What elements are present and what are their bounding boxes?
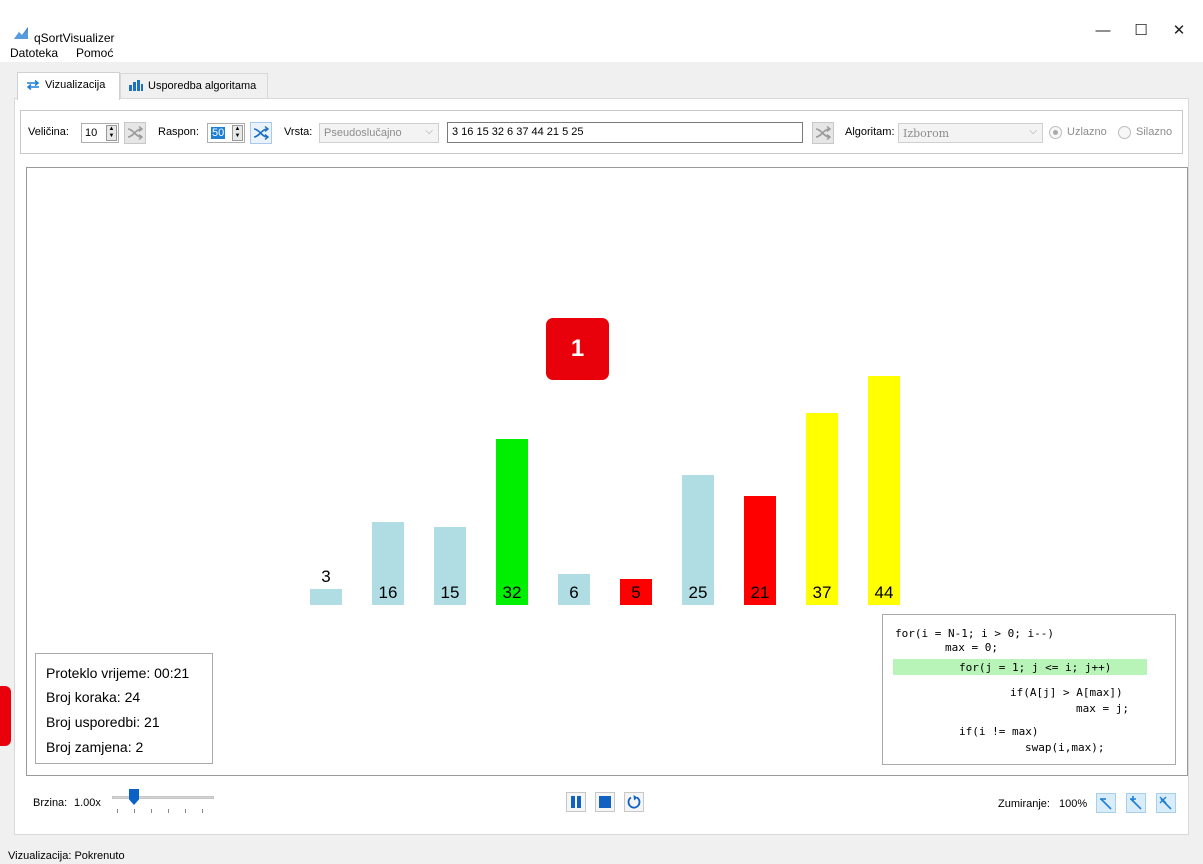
tab-comparison-label: Usporedba algoritama <box>148 80 257 92</box>
slider-tick <box>185 809 186 813</box>
size-value: 10 <box>85 127 98 139</box>
type-label: Vrsta: <box>284 126 313 138</box>
shuffle-icon <box>816 126 831 140</box>
pause-icon <box>571 796 581 808</box>
slider-tick <box>117 809 118 813</box>
stats-panel: Proteklo vrijeme: 00:21 Broj koraka: 24 … <box>35 653 213 764</box>
array-bar-value: 21 <box>750 583 770 602</box>
speed-label: Brzina: <box>33 797 68 809</box>
annotation-marker-partial <box>0 686 11 746</box>
slider-tick <box>134 809 135 813</box>
elapsed-time: Proteklo vrijeme: 00:21 <box>46 665 190 681</box>
code-line: for(i = N-1; i > 0; i--) <box>895 627 1054 640</box>
size-spinbox[interactable]: 10 ▲ ▼ <box>81 123 119 143</box>
zoom-out-button[interactable] <box>1096 793 1116 813</box>
annotation-marker: 1 <box>546 318 609 380</box>
array-bar <box>806 413 838 605</box>
menu-help[interactable]: Pomoć <box>76 46 113 60</box>
array-bar-value: 25 <box>688 583 708 602</box>
spin-arrows-icon[interactable]: ▲ ▼ <box>106 125 117 141</box>
array-bar-value: 44 <box>874 583 894 602</box>
array-bar <box>868 376 900 605</box>
restart-icon <box>627 795 641 809</box>
code-line: max = 0; <box>945 641 998 654</box>
size-label: Veličina: <box>28 126 69 138</box>
code-line: swap(i,max); <box>1025 741 1105 754</box>
range-label: Raspon: <box>158 126 199 138</box>
code-line: max = j; <box>1076 702 1129 715</box>
range-spinbox[interactable]: 50 ▲ ▼ <box>207 123 245 143</box>
type-value: Pseudoslučajno <box>324 127 402 139</box>
chevron-down-icon: ⌵ <box>425 126 433 137</box>
algorithm-label: Algoritam: <box>845 126 895 138</box>
swap-count: Broj zamjena: 2 <box>46 739 144 755</box>
descending-label[interactable]: Silazno <box>1136 126 1172 138</box>
step-count: Broj koraka: 24 <box>46 689 141 705</box>
restart-button[interactable] <box>624 792 644 812</box>
bar-chart-icon <box>129 80 143 91</box>
shuffle-range-button[interactable] <box>250 122 272 144</box>
code-line: for(j = 1; j <= i; j++) <box>959 661 1112 674</box>
type-combobox[interactable]: Pseudoslučajno ⌵ <box>319 123 439 143</box>
slider-tick <box>202 809 203 813</box>
algorithm-combobox[interactable]: Izborom ⌵ <box>898 123 1043 143</box>
speed-value: 1.00x <box>74 797 101 809</box>
zoom-value: 100% <box>1059 798 1088 810</box>
zoom-in-button[interactable] <box>1126 793 1146 813</box>
algorithm-value: Izborom <box>903 127 950 140</box>
control-bar: Veličina: 10 ▲ ▼ Raspon: 50 ▲ ▼ Vrsta: Pse… <box>20 110 1183 154</box>
array-bar-value: 6 <box>569 583 579 602</box>
shuffle-sequence-button[interactable] <box>812 122 834 144</box>
close-button[interactable]: ✕ <box>1156 18 1202 44</box>
zoom-in-icon <box>1130 796 1142 810</box>
range-value: 50 <box>211 127 226 139</box>
pause-button[interactable] <box>566 792 586 812</box>
title-bar <box>0 0 1203 44</box>
ascending-label[interactable]: Uzlazno <box>1067 126 1107 138</box>
zoom-out-icon <box>1100 798 1112 810</box>
tab-visualization-label: Vizualizacija <box>45 79 106 91</box>
array-bar-value: 3 <box>321 567 331 586</box>
stop-button[interactable] <box>595 792 615 812</box>
array-bar <box>496 439 528 605</box>
code-line: if(A[j] > A[max]) <box>1010 686 1123 699</box>
slider-tick <box>168 809 169 813</box>
comparison-count: Broj usporedbi: 21 <box>46 714 160 730</box>
menu-bar: Datoteka Pomoć <box>0 44 1203 62</box>
array-bar-value: 5 <box>631 583 641 602</box>
app-icon <box>14 27 28 39</box>
zoom-label: Zumiranje: <box>998 798 1050 810</box>
array-bar-value: 16 <box>378 583 398 602</box>
descending-radio[interactable] <box>1118 126 1131 139</box>
code-line: if(i != max) <box>959 725 1039 738</box>
swap-arrows-icon <box>26 79 40 91</box>
sequence-input[interactable]: 3 16 15 32 6 37 44 21 5 25 <box>447 122 803 143</box>
ascending-radio[interactable] <box>1049 126 1062 139</box>
tab-algorithm-comparison[interactable]: Usporedba algoritama <box>120 73 268 99</box>
menu-file[interactable]: Datoteka <box>10 46 58 60</box>
tab-visualization[interactable]: Vizualizacija <box>17 72 120 100</box>
array-bar-value: 15 <box>440 583 460 602</box>
chevron-down-icon: ⌵ <box>1029 126 1037 137</box>
shuffle-icon <box>254 126 269 140</box>
slider-tick <box>151 809 152 813</box>
shuffle-size-button[interactable] <box>124 122 146 144</box>
zoom-reset-button[interactable] <box>1156 793 1176 813</box>
zoom-reset-icon <box>1159 796 1172 810</box>
status-bar: Vizualizacija: Pokrenuto <box>8 850 125 862</box>
shuffle-icon <box>128 126 143 140</box>
array-bar <box>310 589 342 605</box>
pseudocode-panel: for(i = N-1; i > 0; i--) max = 0; for(j … <box>882 614 1176 765</box>
stop-icon <box>599 796 611 808</box>
array-bar-value: 37 <box>812 583 832 602</box>
spin-arrows-icon[interactable]: ▲ ▼ <box>232 125 243 141</box>
speed-slider[interactable] <box>112 796 214 799</box>
array-bar-value: 32 <box>502 583 522 602</box>
window-title: qSortVisualizer <box>34 31 115 45</box>
